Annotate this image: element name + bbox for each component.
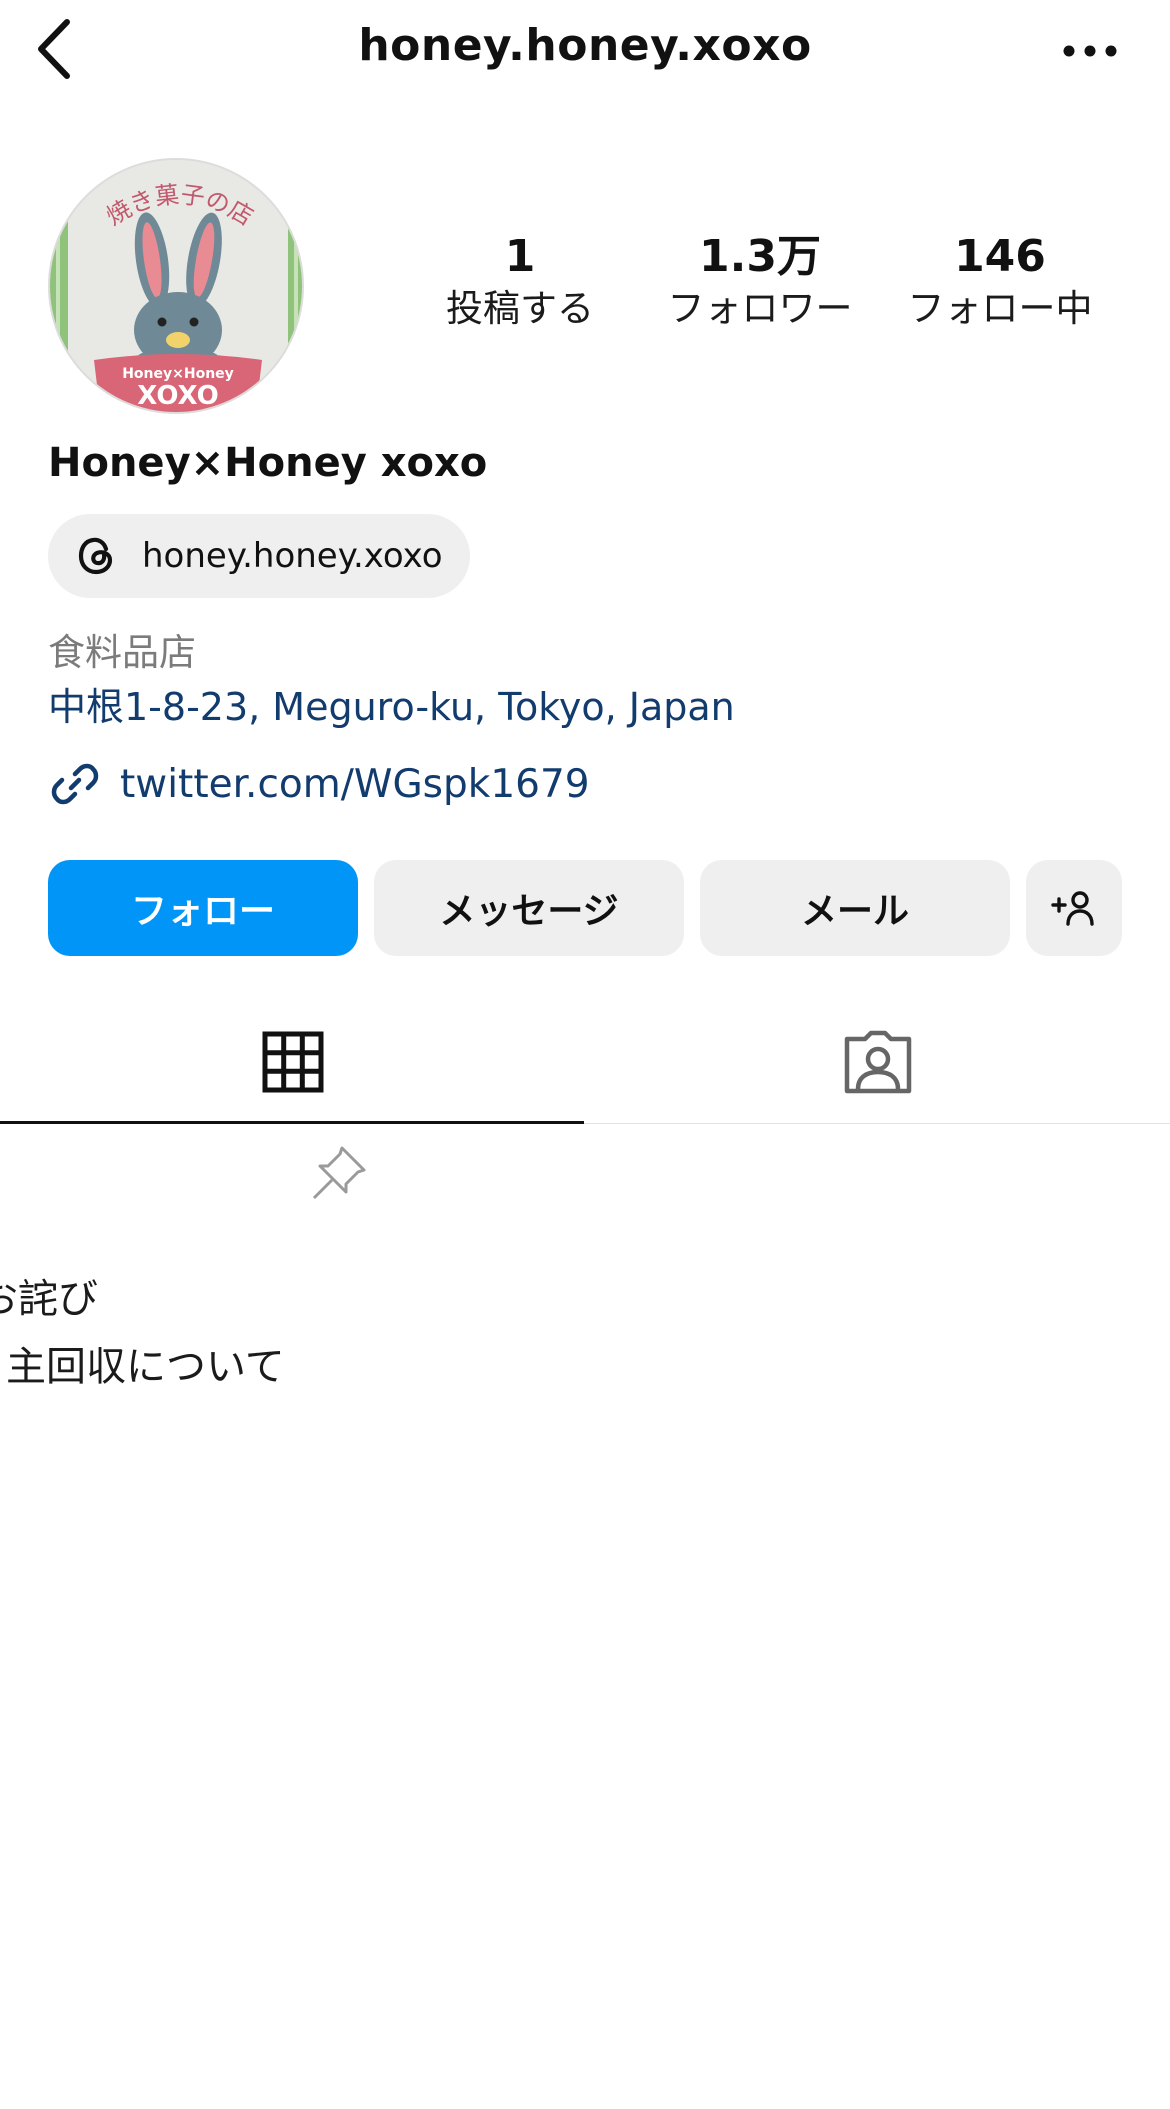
post-text-line-2[interactable]: 主回収について [6,1334,285,1392]
pin-icon [306,1142,370,1206]
followers-count-label: フォロワー [667,287,853,330]
following-count[interactable]: 146 フォロー中 [880,230,1120,334]
business-category: 食料品店 [48,631,196,674]
link-icon [48,757,102,811]
email-button[interactable]: メール [700,860,1010,956]
posts-count[interactable]: 1 投稿する [400,230,640,334]
add-person-icon [1051,891,1094,926]
business-address[interactable]: 中根1-8-23, Meguro-ku, Tokyo, Japan [48,676,735,731]
posts-count-label: 投稿する [446,287,594,330]
followers-count-value: 1.3万 [699,231,821,282]
threads-icon [74,533,120,579]
post-text-line-1[interactable]: お詫び [0,1266,98,1324]
posts-count-value: 1 [504,231,536,282]
threads-badge[interactable]: honey.honey.xoxo [48,514,470,598]
page-title: honey.honey.xoxo [358,20,812,71]
message-button[interactable]: メッセージ [374,860,684,956]
more-options-button[interactable] [1050,18,1130,84]
avatar[interactable]: 焼き菓子の店 Honey×Honey XOXO [48,158,304,414]
tagged-person-icon [844,1030,911,1094]
profile-link[interactable]: twitter.com/WGspk1679 [48,756,590,812]
avatar-xoxo-text: XOXO [137,381,219,411]
followers-count[interactable]: 1.3万 フォロワー [640,230,880,334]
profile-tabs [0,1000,1170,1124]
top-bar: honey.honey.xoxo [0,0,1170,110]
profile-link-text: twitter.com/WGspk1679 [120,761,590,807]
add-user-button[interactable] [1026,860,1122,956]
bunny-logo-image: 焼き菓子の店 Honey×Honey XOXO [50,160,302,412]
active-tab-indicator [0,1121,584,1124]
more-horizontal-icon [1063,45,1117,57]
tab-tagged[interactable] [585,1000,1170,1124]
grid-icon [262,1031,323,1093]
profile-page: honey.honey.xoxo 焼き菓子の店 Honey×Honey XOXO… [0,0,1170,2109]
tab-posts-grid[interactable] [0,1000,585,1124]
follow-button[interactable]: フォロー [48,860,358,956]
threads-handle: honey.honey.xoxo [142,536,443,576]
following-count-value: 146 [954,231,1046,282]
following-count-label: フォロー中 [907,287,1093,330]
profile-stats: 1 投稿する 1.3万 フォロワー 146 フォロー中 [400,230,1130,340]
avatar-brand-text: Honey×Honey [122,366,234,382]
display-name: Honey×Honey xoxo [48,440,488,486]
